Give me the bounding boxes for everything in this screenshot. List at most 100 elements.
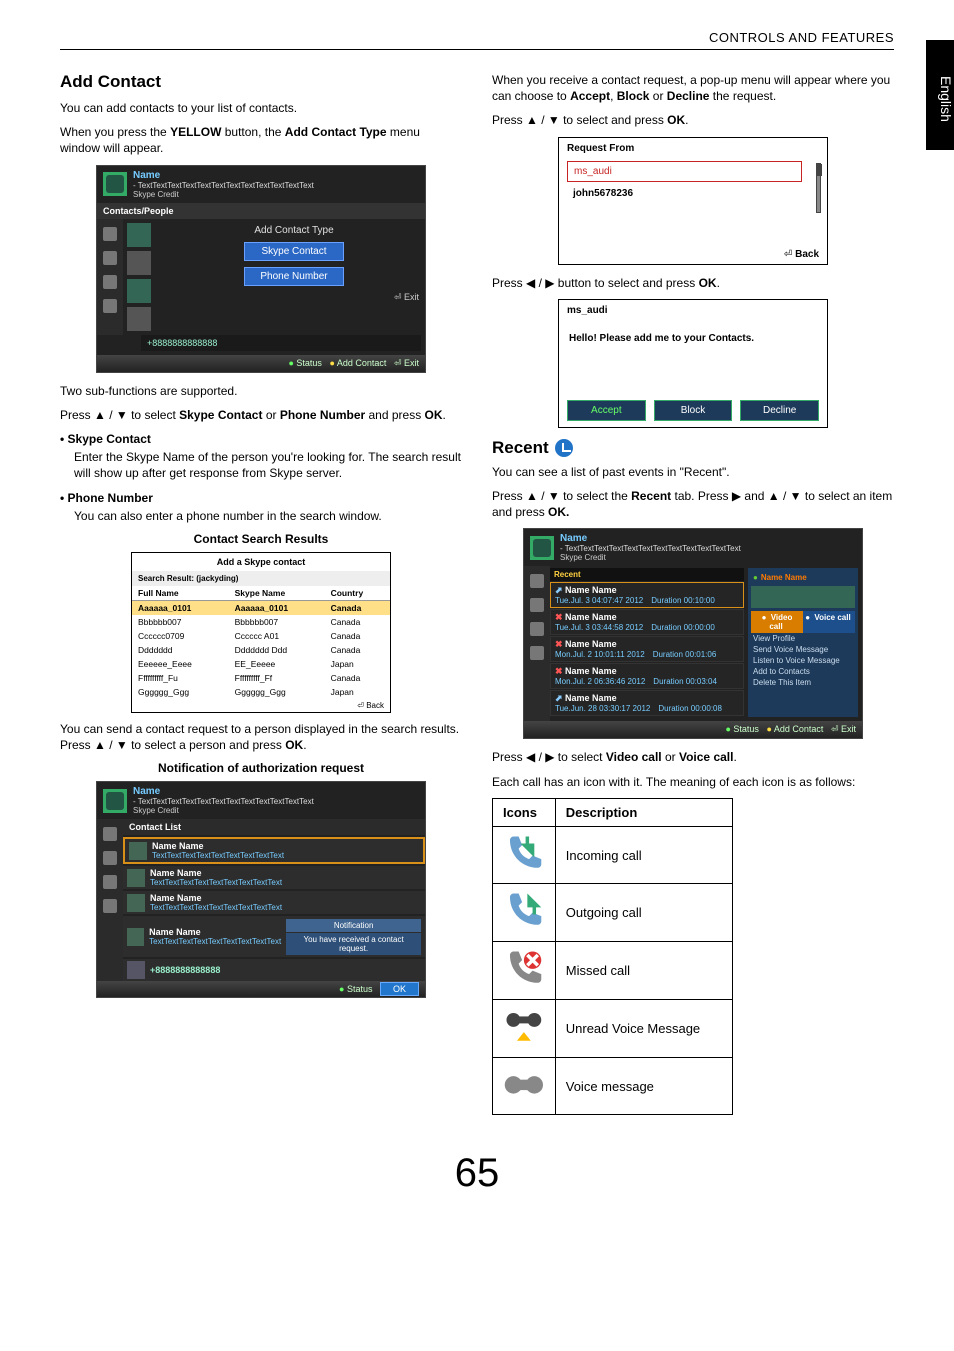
request-row[interactable]: ms_audi bbox=[567, 161, 802, 182]
bullet-skype-contact: Skype Contact bbox=[60, 431, 462, 447]
dial-icon[interactable] bbox=[103, 875, 117, 889]
add-contact-intro: You can add contacts to your list of con… bbox=[60, 100, 462, 116]
add-contact-heading: Add Contact bbox=[60, 72, 462, 92]
phone-row[interactable]: +8888888888888 bbox=[123, 959, 425, 981]
screenshot-add-contact-type: Name - TextTextTextTextTextTextTextTextT… bbox=[96, 165, 426, 373]
scrollbar[interactable] bbox=[816, 163, 821, 213]
dial-icon[interactable] bbox=[103, 275, 117, 289]
ok-button[interactable]: OK bbox=[380, 982, 419, 996]
dial-icon[interactable] bbox=[530, 622, 544, 636]
recent-icon[interactable] bbox=[103, 251, 117, 265]
msg-body: Hello! Please add me to your Contacts. bbox=[569, 327, 817, 384]
col-icons: Icons bbox=[493, 798, 556, 826]
phone-icon bbox=[127, 961, 145, 979]
accept-button[interactable]: Accept bbox=[567, 400, 646, 421]
block-button[interactable]: Block bbox=[654, 400, 733, 421]
contact-row[interactable]: Name NameTextTextTextTextTextTextTextTex… bbox=[123, 891, 425, 914]
recent-icon[interactable] bbox=[530, 598, 544, 612]
profile-name: Name bbox=[133, 170, 314, 181]
profile-tagline: - TextTextTextTextTextTextTextTextTextTe… bbox=[560, 544, 741, 553]
menu-send-voice[interactable]: Send Voice Message bbox=[751, 644, 855, 655]
profile-tagline: - TextTextTextTextTextTextTextTextTextTe… bbox=[133, 181, 314, 190]
video-call-button[interactable]: ● Video call bbox=[751, 611, 803, 633]
results-back: ⏎ Back bbox=[132, 699, 390, 712]
screenshot-request-from: Request From ms_audi john5678236 ⏎ Back bbox=[558, 137, 828, 265]
recent-tab-label[interactable]: Recent bbox=[550, 568, 744, 581]
recent-context-popup: ●Name Name ● Video call ● Voice call Vie… bbox=[748, 568, 858, 717]
avatar-icon bbox=[127, 928, 144, 946]
avatar-icon bbox=[103, 789, 127, 813]
decline-button[interactable]: Decline bbox=[740, 400, 819, 421]
results-subtitle: Search Result: (jackyding) bbox=[132, 571, 390, 586]
contact-thumb[interactable] bbox=[127, 251, 151, 275]
two-sub-functions: Two sub-functions are supported. bbox=[60, 383, 462, 399]
unread-voice-message-icon bbox=[503, 1036, 545, 1051]
profile-name: Name bbox=[133, 786, 314, 797]
table-row: Outgoing call bbox=[493, 884, 733, 942]
recent-item[interactable]: ✖ Name NameTue.Jul. 3 03:44:58 2012Durat… bbox=[550, 609, 744, 635]
contacts-icon[interactable] bbox=[103, 827, 117, 841]
recent-clock-icon bbox=[555, 439, 573, 457]
menu-add-contacts[interactable]: Add to Contacts bbox=[751, 666, 855, 677]
result-row[interactable]: Cccccc0709Cccccc A01Canada bbox=[132, 629, 390, 643]
contact-thumbnails bbox=[123, 219, 163, 335]
recent-icon[interactable] bbox=[103, 851, 117, 865]
voice-message-icon bbox=[503, 1093, 545, 1108]
avatar-icon bbox=[127, 894, 145, 912]
skype-credit-label: Skype Credit bbox=[560, 553, 741, 562]
col-description: Description bbox=[555, 798, 732, 826]
avatar-icon bbox=[530, 536, 554, 560]
each-call-sentence: Each call has an icon with it. The meani… bbox=[492, 774, 894, 790]
contact-row[interactable]: Name NameTextTextTextTextTextTextTextTex… bbox=[123, 916, 425, 957]
skype-contact-button[interactable]: Skype Contact bbox=[244, 242, 344, 261]
menu-delete-item[interactable]: Delete This Item bbox=[751, 677, 855, 688]
contact-row[interactable]: Name NameTextTextTextTextTextTextTextTex… bbox=[123, 837, 425, 864]
phone-number-desc: You can also enter a phone number in the… bbox=[74, 508, 462, 524]
missed-call-icon bbox=[503, 978, 545, 993]
phone-number-button[interactable]: Phone Number bbox=[244, 267, 344, 286]
request-row[interactable]: john5678236 bbox=[567, 184, 802, 203]
settings-icon[interactable] bbox=[103, 899, 117, 913]
popup-avatar bbox=[751, 586, 855, 608]
recent-item[interactable]: ✖ Name NameMon.Jul. 2 06:36:46 2012Durat… bbox=[550, 663, 744, 689]
contact-row[interactable]: Name NameTextTextTextTextTextTextTextTex… bbox=[123, 866, 425, 889]
result-row[interactable]: Aaaaaa_0101Aaaaaa_0101Canada bbox=[132, 600, 390, 615]
contact-thumb[interactable] bbox=[127, 223, 151, 247]
recent-heading: Recent bbox=[492, 438, 894, 458]
bullet-phone-number: Phone Number bbox=[60, 490, 462, 506]
notification-body: You have received a contact request. bbox=[286, 933, 421, 955]
settings-icon[interactable] bbox=[530, 646, 544, 660]
avatar-icon bbox=[129, 842, 147, 860]
footer-bar: ● Status OK bbox=[97, 981, 425, 997]
contacts-icon[interactable] bbox=[530, 574, 544, 588]
settings-icon[interactable] bbox=[103, 299, 117, 313]
popup-name: Name Name bbox=[761, 573, 807, 582]
recent-desc2: Press ▲ / ▼ to select the Recent tab. Pr… bbox=[492, 488, 894, 520]
tab-contacts[interactable]: Contacts/People bbox=[97, 203, 425, 219]
recent-item[interactable]: ✖ Name NameMon.Jul. 2 10:01:11 2012Durat… bbox=[550, 636, 744, 662]
recent-item[interactable]: ⬈ Name NameTue.Jul. 3 04:07:47 2012Durat… bbox=[550, 582, 744, 608]
contact-thumb[interactable] bbox=[127, 279, 151, 303]
result-row[interactable]: Bbbbbb007Bbbbbb007Canada bbox=[132, 615, 390, 629]
contacts-icon[interactable] bbox=[103, 227, 117, 241]
result-row[interactable]: Ffffffffff_FuFfffffffff_FfCanada bbox=[132, 671, 390, 685]
phone-number-entry[interactable]: +8888888888888 bbox=[141, 335, 421, 351]
caption-notification: Notification of authorization request bbox=[60, 761, 462, 775]
language-tab: English bbox=[926, 40, 954, 150]
voice-call-button[interactable]: ● Voice call bbox=[803, 611, 855, 633]
table-row: Voice message bbox=[493, 1057, 733, 1115]
results-title: Add a Skype contact bbox=[132, 553, 390, 571]
icons-description-table: Icons Description Incoming call Outgoing… bbox=[492, 798, 733, 1116]
result-row[interactable]: DddddddDdddddd DddCanada bbox=[132, 643, 390, 657]
recent-item[interactable]: ⬈ Name NameTue.Jun. 28 03:30:17 2012Dura… bbox=[550, 690, 744, 716]
profile-tagline: - TextTextTextTextTextTextTextTextTextTe… bbox=[133, 797, 314, 806]
col-country: Country bbox=[325, 586, 390, 601]
contact-thumb[interactable] bbox=[127, 307, 151, 331]
result-row[interactable]: Eeeeee_EeeeEE_EeeeeJapan bbox=[132, 657, 390, 671]
call-buttons: ● Video call ● Voice call bbox=[751, 611, 855, 633]
menu-view-profile[interactable]: View Profile bbox=[751, 633, 855, 644]
result-row[interactable]: Gggggg_GggGggggg_GggJapan bbox=[132, 685, 390, 699]
notification-title: Notification bbox=[286, 919, 421, 932]
profile-name: Name bbox=[560, 533, 741, 544]
menu-listen-voice[interactable]: Listen to Voice Message bbox=[751, 655, 855, 666]
